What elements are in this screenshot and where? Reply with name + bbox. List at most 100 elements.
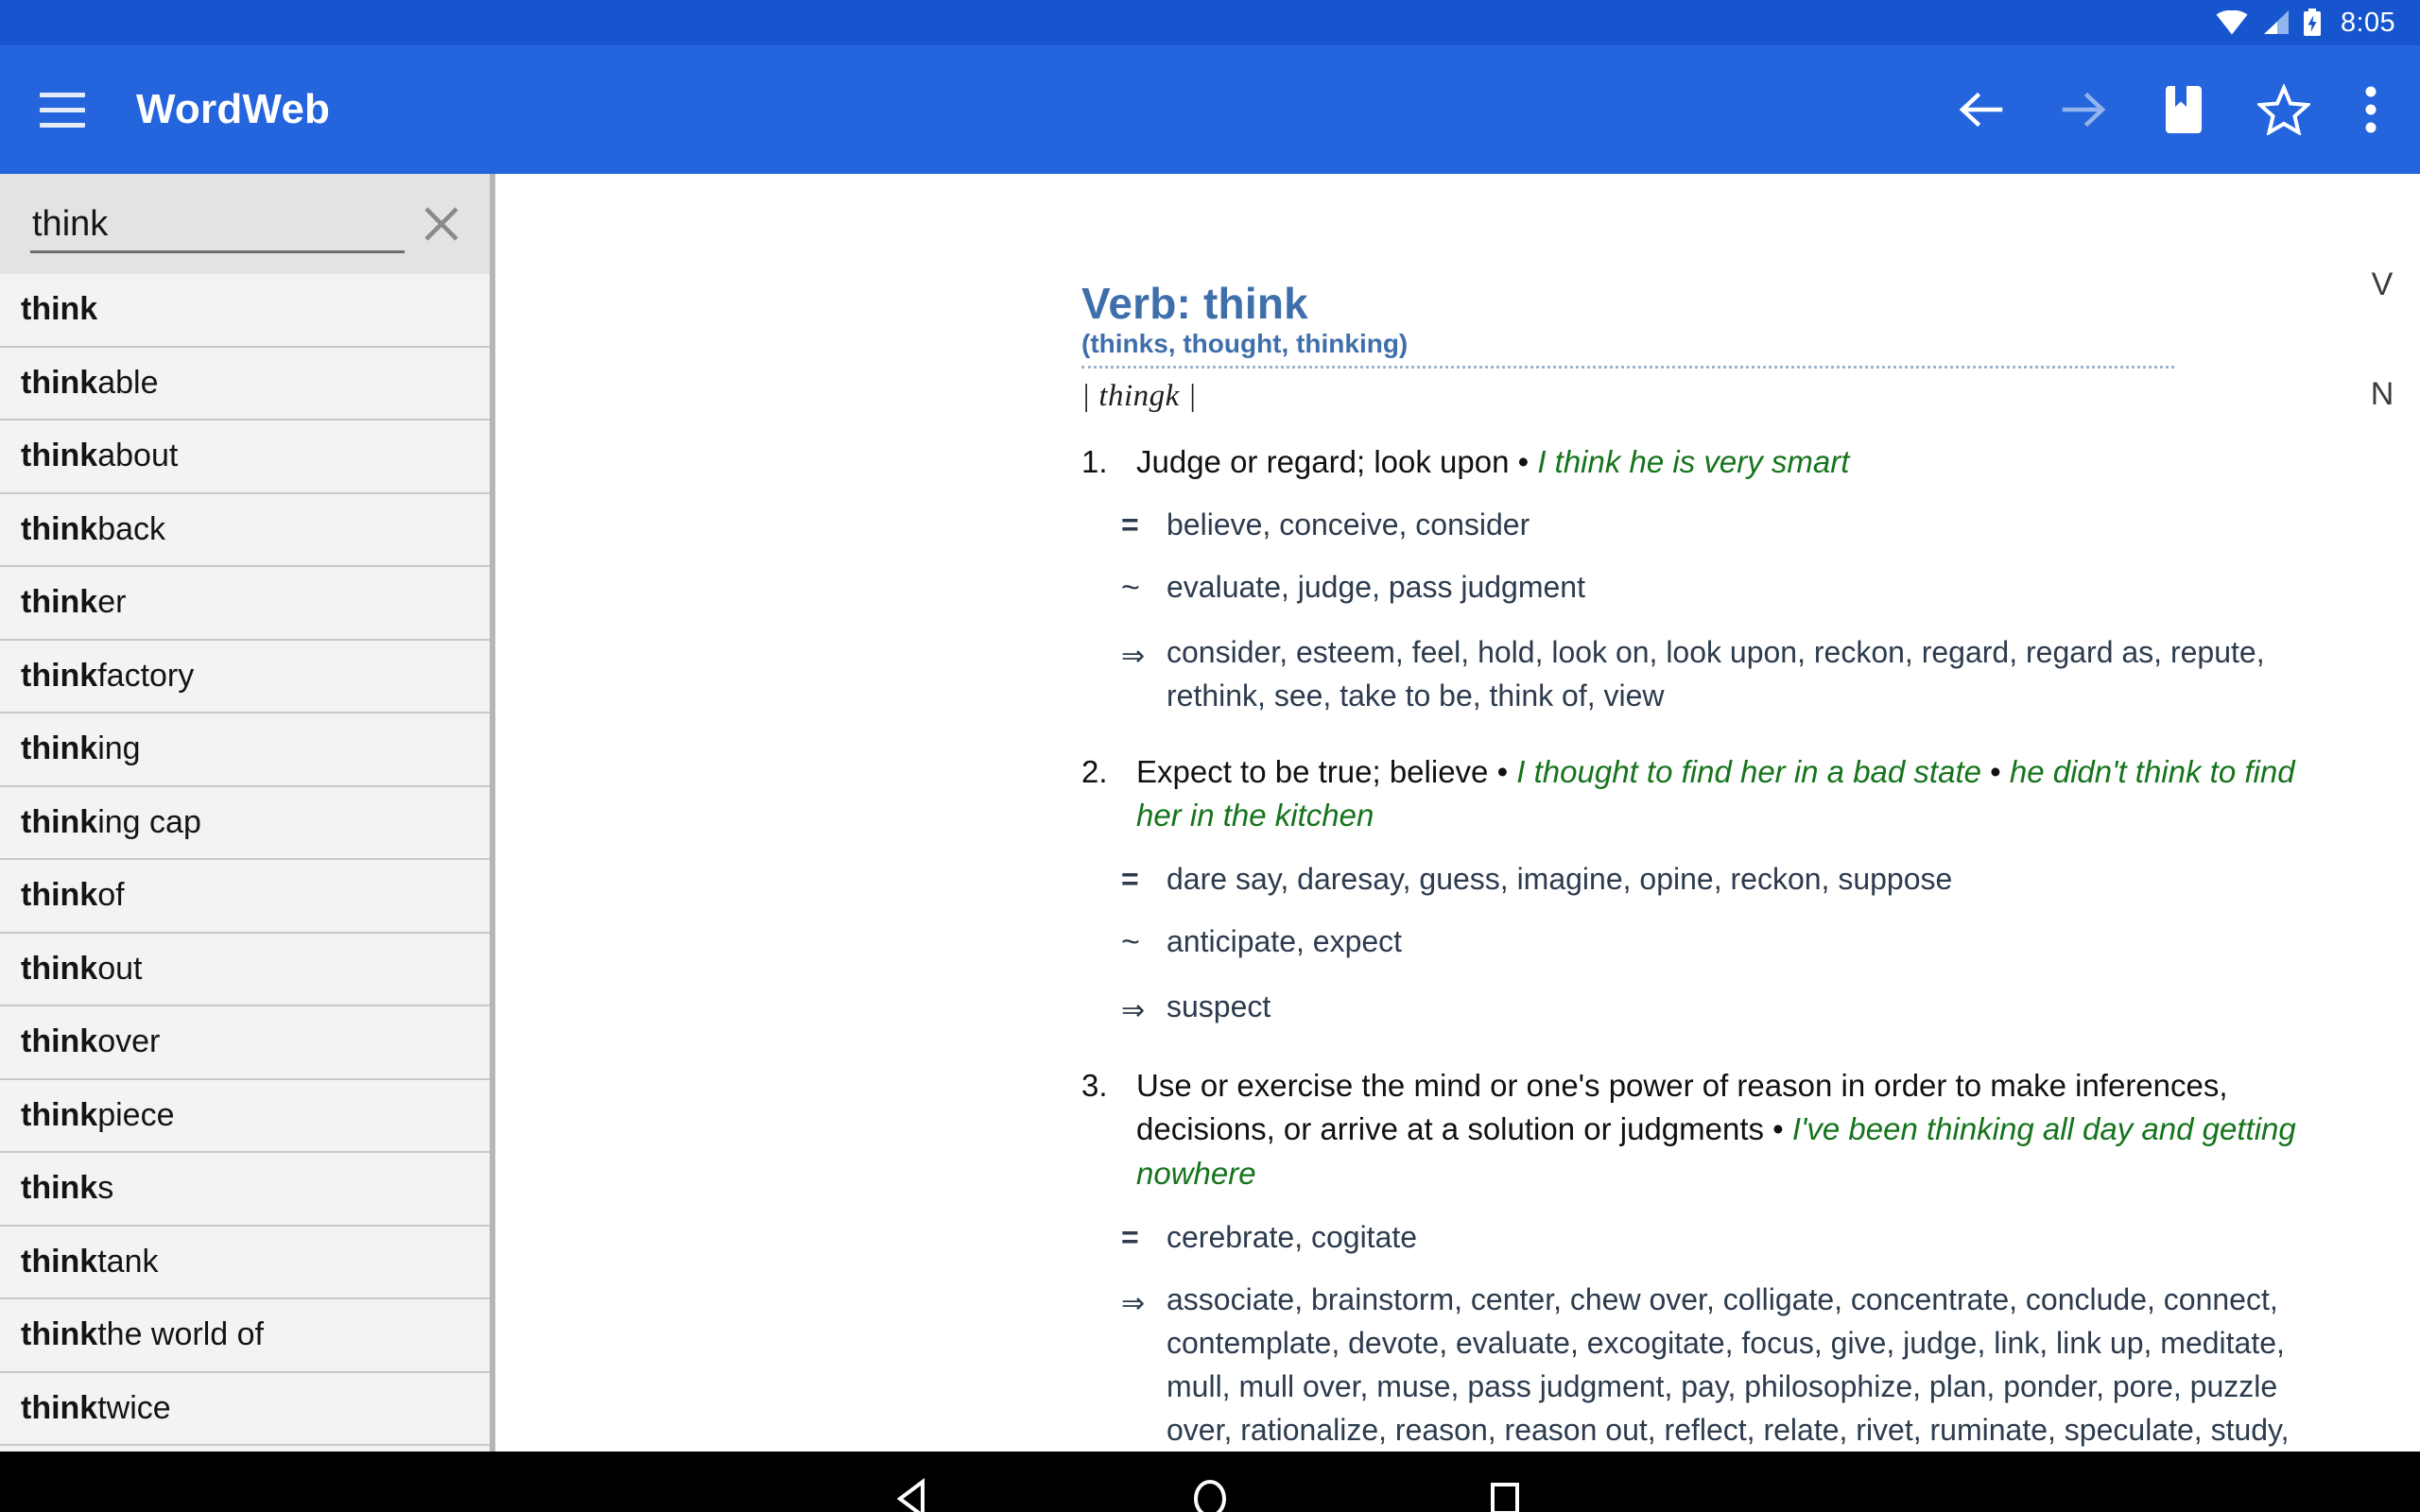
- relation-words[interactable]: dare say, daresay, guess, imagine, opine…: [1167, 857, 2307, 901]
- list-item-suffix: over: [97, 1023, 161, 1060]
- example-bullet-icon: •: [1488, 753, 1517, 789]
- list-item[interactable]: think ing: [0, 713, 490, 787]
- sense-number: 2.: [1081, 753, 1108, 789]
- star-icon[interactable]: [2257, 84, 2310, 135]
- list-item[interactable]: think factory: [0, 641, 490, 713]
- list-item-suffix: er: [97, 584, 127, 621]
- app-bar: WordWeb: [0, 45, 2420, 174]
- list-item-match: think: [21, 657, 98, 694]
- word-suggestion-list[interactable]: think think able think about think back think…: [0, 274, 490, 1452]
- relation-arrow-icon: ⇒: [1121, 641, 1146, 673]
- pos-index-letter-n[interactable]: N: [2371, 378, 2394, 410]
- dictionary-entry-pane: Verb: think (thinks, thought, thinking) …: [495, 174, 2420, 1452]
- relation-equals-icon: =: [1121, 1220, 1139, 1255]
- sense-text: Judge or regard; look upon • I think he …: [1136, 440, 2307, 485]
- sense-list: 1. Judge or regard; look upon • I think h…: [1081, 440, 2307, 1452]
- list-item[interactable]: think the world of: [0, 1299, 490, 1373]
- list-item[interactable]: think able: [0, 348, 490, 421]
- android-navigation-bar: [0, 1452, 2420, 1512]
- relation-words[interactable]: consider, esteem, feel, hold, look on, l…: [1167, 630, 2307, 717]
- relation-words[interactable]: evaluate, judge, pass judgment: [1167, 565, 2307, 609]
- example-bullet-icon: •: [1764, 1111, 1792, 1147]
- list-item-match: think: [21, 1316, 98, 1353]
- list-item[interactable]: think out: [0, 934, 490, 1006]
- battery-charging-icon: [2303, 9, 2322, 37]
- list-item-suffix: out: [97, 950, 143, 987]
- sidebar: thinkthinkablethink aboutthink backthink…: [0, 174, 495, 1452]
- relation-words[interactable]: cerebrate, cogitate: [1167, 1215, 2307, 1259]
- forward-icon[interactable]: [2059, 84, 2110, 135]
- relation-row: = believe, conceive, consider: [1081, 503, 2307, 546]
- list-item-suffix: of: [97, 877, 125, 914]
- list-item-match: think: [21, 877, 98, 914]
- sense-definition-row: 3. Use or exercise the mind or one's powe…: [1081, 1064, 2307, 1197]
- relation-words[interactable]: associate, brainstorm, center, chew over…: [1167, 1278, 2307, 1452]
- list-item-match: think: [21, 584, 98, 621]
- list-item-suffix: tank: [97, 1243, 159, 1280]
- list-item-match: think: [21, 950, 98, 987]
- list-item-suffix: back: [97, 510, 166, 547]
- list-item[interactable]: think piece: [0, 1080, 490, 1153]
- example-sentence: I thought to find her in a bad state: [1516, 753, 1981, 789]
- list-item[interactable]: think er: [0, 567, 490, 641]
- inflections: (thinks, thought, thinking): [1081, 328, 1409, 358]
- list-item-match: think: [21, 1389, 98, 1426]
- relation-arrow-icon: ⇒: [1121, 1288, 1146, 1320]
- search-bar: [0, 174, 490, 274]
- list-item-suffix: the world of: [97, 1316, 264, 1353]
- relation-words[interactable]: believe, conceive, consider: [1167, 503, 2307, 546]
- sense-text: Expect to be true; believe • I thought t…: [1136, 750, 2307, 839]
- list-item[interactable]: think s: [0, 1153, 490, 1227]
- relation-row: = cerebrate, cogitate: [1081, 1215, 2307, 1259]
- list-item-match: think: [21, 1243, 98, 1280]
- relation-row: = dare say, daresay, guess, imagine, opin…: [1081, 857, 2307, 901]
- sense: 2. Expect to be true; believe • I thought…: [1081, 750, 2307, 1032]
- overflow-menu-icon[interactable]: [2363, 83, 2378, 136]
- list-item[interactable]: think ing cap: [0, 787, 490, 860]
- list-item-match: think: [21, 1023, 98, 1060]
- list-item-match: think: [21, 510, 98, 547]
- app-title: WordWeb: [136, 86, 331, 132]
- sense-number: 1.: [1081, 443, 1108, 479]
- relation-equals-icon: =: [1121, 862, 1139, 897]
- search-field: [30, 195, 405, 253]
- relation-words[interactable]: suspect: [1167, 985, 2307, 1028]
- relation-tilde-icon: ~: [1121, 570, 1140, 607]
- android-recents-button[interactable]: [1480, 1474, 1530, 1512]
- list-item[interactable]: think about: [0, 421, 490, 494]
- list-item-suffix: ing: [97, 730, 141, 767]
- relation-arrow-icon: ⇒: [1121, 995, 1146, 1027]
- wifi-icon: [2216, 10, 2248, 35]
- page-title: Verb: think: [1081, 279, 1308, 328]
- relation-row: ⇒ suspect: [1081, 985, 2307, 1031]
- close-icon[interactable]: [414, 197, 469, 251]
- list-item-suffix: about: [97, 438, 179, 474]
- list-item-match: think: [21, 364, 98, 401]
- search-input[interactable]: [30, 204, 405, 250]
- example-sentence: I think he is very smart: [1537, 443, 1850, 479]
- list-item[interactable]: think back: [0, 494, 490, 567]
- list-item[interactable]: think tank: [0, 1227, 490, 1299]
- android-home-button[interactable]: [1185, 1474, 1235, 1512]
- definition-text: Expect to be true; believe: [1136, 753, 1489, 789]
- list-item[interactable]: think of: [0, 860, 490, 934]
- status-bar: 8:05: [0, 0, 2420, 45]
- bookmark-icon[interactable]: [2163, 84, 2204, 135]
- pos-index-letter-v[interactable]: V: [2372, 268, 2394, 301]
- android-back-button[interactable]: [890, 1474, 940, 1512]
- list-item-match: think: [21, 803, 98, 840]
- relation-row: ~ evaluate, judge, pass judgment: [1081, 565, 2307, 611]
- hamburger-menu-icon[interactable]: [40, 82, 95, 137]
- list-item-suffix: twice: [97, 1389, 171, 1426]
- relation-words[interactable]: anticipate, expect: [1167, 919, 2307, 963]
- back-icon[interactable]: [1955, 84, 2006, 135]
- relation-row: ~ anticipate, expect: [1081, 919, 2307, 966]
- sense-number: 3.: [1081, 1067, 1108, 1103]
- sense-text: Use or exercise the mind or one's power …: [1136, 1064, 2307, 1197]
- list-item[interactable]: think: [0, 274, 490, 348]
- list-item-match: think: [21, 1096, 98, 1133]
- list-item[interactable]: think twice: [0, 1373, 490, 1446]
- example-bullet-icon: •: [1509, 443, 1538, 479]
- example-bullet-icon: •: [1980, 753, 2010, 789]
- list-item[interactable]: think over: [0, 1006, 490, 1080]
